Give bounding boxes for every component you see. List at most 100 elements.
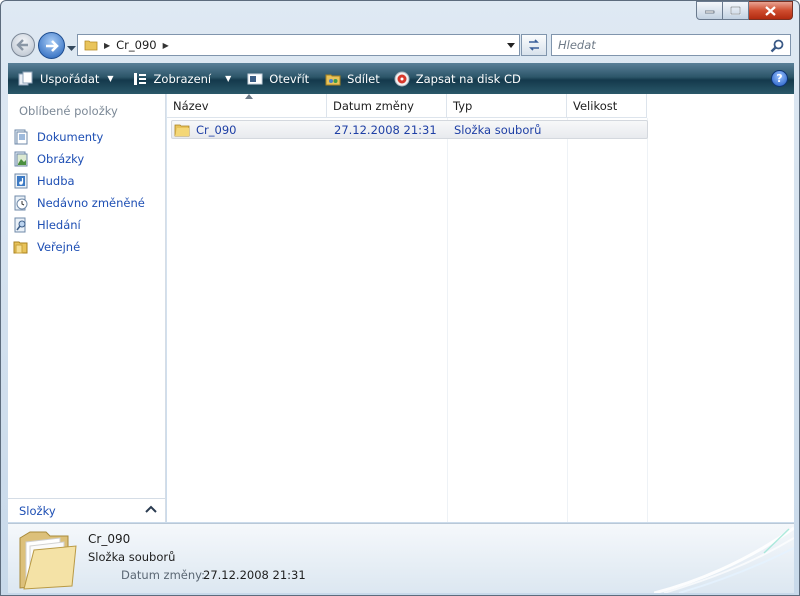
breadcrumb-arrow-icon[interactable]: ▶ (163, 41, 169, 50)
sidebar-item-label: Nedávno změněné (37, 196, 145, 210)
search-box[interactable] (551, 34, 791, 56)
decorative-swoosh (654, 526, 794, 593)
column-date-label: Datum změny (333, 99, 414, 113)
burn-button[interactable]: Zapsat na disk CD (388, 63, 527, 94)
close-icon (765, 5, 776, 16)
column-header-type[interactable]: Typ (447, 94, 567, 118)
sidebar-item-label: Veřejné (37, 240, 81, 254)
breadcrumb-item[interactable]: Cr_090 (116, 38, 156, 52)
folders-label: Složky (19, 503, 56, 518)
address-bar[interactable]: ▶ Cr_090 ▶ (77, 34, 520, 56)
file-type: Složka souborů (454, 122, 542, 137)
public-folder-icon (13, 241, 28, 254)
chevron-up-icon (145, 505, 157, 513)
searches-icon (14, 217, 26, 233)
views-label: Zobrazení (153, 71, 212, 86)
music-icon (14, 173, 28, 189)
column-header-name[interactable]: Název (167, 94, 327, 118)
pictures-icon (14, 151, 28, 167)
recent-pages-dropdown[interactable] (67, 41, 76, 55)
cell-type: Složka souborů (450, 121, 570, 138)
folder-icon (174, 124, 190, 136)
chevron-down-icon (507, 43, 515, 48)
details-date-value: 27.12.2008 21:31 (203, 568, 306, 582)
file-date: 27.12.2008 21:31 (334, 122, 437, 137)
minimize-icon (704, 10, 714, 13)
help-icon: ? (776, 72, 783, 85)
favorites-list: Dokumenty Obrázky Hudba Nedávno změněné … (13, 126, 145, 258)
maximize-icon (730, 6, 741, 15)
chevron-down-icon (67, 46, 76, 51)
burn-label: Zapsat na disk CD (415, 71, 521, 86)
documents-icon (14, 129, 28, 145)
column-divider (567, 118, 568, 522)
table-row[interactable]: Cr_090 27.12.2008 21:31 Složka souborů (171, 120, 648, 139)
views-icon (133, 72, 146, 85)
sidebar-item-recent[interactable]: Nedávno změněné (13, 192, 145, 214)
close-button[interactable] (749, 1, 793, 20)
back-button[interactable] (11, 33, 35, 57)
sort-ascending-icon (245, 94, 253, 99)
cell-date: 27.12.2008 21:31 (330, 121, 450, 138)
refresh-icon (529, 39, 539, 51)
open-icon (247, 73, 263, 84)
sidebar-item-documents[interactable]: Dokumenty (13, 126, 145, 148)
maximize-button[interactable] (723, 1, 749, 20)
details-pane: Cr_090 Složka souborů Datum změny: 27.12… (8, 523, 794, 593)
command-bar: Uspořádat ▼ Zobrazení ▼ Otevřít Sdílet Z… (8, 63, 794, 94)
address-dropdown-button[interactable] (507, 41, 515, 50)
navigation-pane: Oblíbené položky Dokumenty Obrázky Hudba… (8, 94, 166, 522)
cell-size (570, 121, 647, 138)
search-icon[interactable] (770, 39, 784, 53)
folder-large-icon (19, 531, 77, 590)
refresh-button[interactable] (521, 34, 547, 56)
breadcrumb-arrow-icon[interactable]: ▶ (104, 41, 110, 50)
organize-icon (18, 71, 33, 85)
cd-burn-icon (394, 71, 410, 86)
minimize-button[interactable] (696, 1, 723, 20)
file-name: Cr_090 (196, 122, 237, 137)
details-name: Cr_090 (88, 532, 131, 546)
arrow-right-icon (45, 39, 59, 52)
details-type: Složka souborů (88, 550, 176, 564)
details-date-label: Datum změny: (121, 568, 206, 582)
sidebar-item-label: Dokumenty (37, 130, 104, 144)
favorites-heading: Oblíbené položky (19, 104, 118, 118)
column-header-size[interactable]: Velikost (567, 94, 647, 118)
views-button[interactable]: Zobrazení ▼ (126, 63, 238, 94)
caption-buttons (696, 1, 793, 20)
sidebar-item-label: Hudba (37, 174, 75, 188)
column-type-label: Typ (453, 99, 473, 113)
explorer-window: ▶ Cr_090 ▶ Uspořádat ▼ Zobrazení ▼ Otevř… (0, 0, 800, 596)
folders-toggle[interactable]: Složky (8, 498, 165, 522)
open-label: Otevřít (269, 71, 310, 86)
sidebar-item-searches[interactable]: Hledání (13, 214, 145, 236)
column-header-date[interactable]: Datum změny (327, 94, 447, 118)
recent-icon (14, 195, 28, 211)
arrow-left-icon (16, 39, 28, 51)
cell-name: Cr_090 (172, 121, 330, 138)
share-button[interactable]: Sdílet (319, 63, 386, 94)
search-input[interactable] (558, 38, 758, 52)
chevron-down-icon: ▼ (225, 74, 232, 83)
chevron-down-icon: ▼ (107, 74, 114, 83)
sidebar-item-pictures[interactable]: Obrázky (13, 148, 145, 170)
file-list: Název Datum změny Typ Velikost Cr_090 27… (167, 94, 794, 522)
share-label: Sdílet (347, 71, 380, 86)
forward-button[interactable] (38, 32, 65, 59)
share-icon (325, 74, 341, 85)
column-size-label: Velikost (573, 99, 618, 113)
column-header-row: Název Datum změny Typ Velikost (167, 94, 647, 118)
open-button[interactable]: Otevřít (241, 63, 315, 94)
sidebar-item-label: Hledání (37, 218, 81, 232)
help-button[interactable]: ? (771, 70, 788, 87)
sidebar-item-public[interactable]: Veřejné (13, 236, 145, 258)
sidebar-item-label: Obrázky (37, 152, 85, 166)
organize-button[interactable]: Uspořádat ▼ (12, 63, 120, 94)
column-divider (447, 118, 448, 522)
column-divider (647, 118, 648, 522)
sidebar-item-music[interactable]: Hudba (13, 170, 145, 192)
folder-icon (84, 40, 98, 51)
organize-label: Uspořádat (40, 71, 100, 86)
column-name-label: Název (173, 99, 209, 113)
